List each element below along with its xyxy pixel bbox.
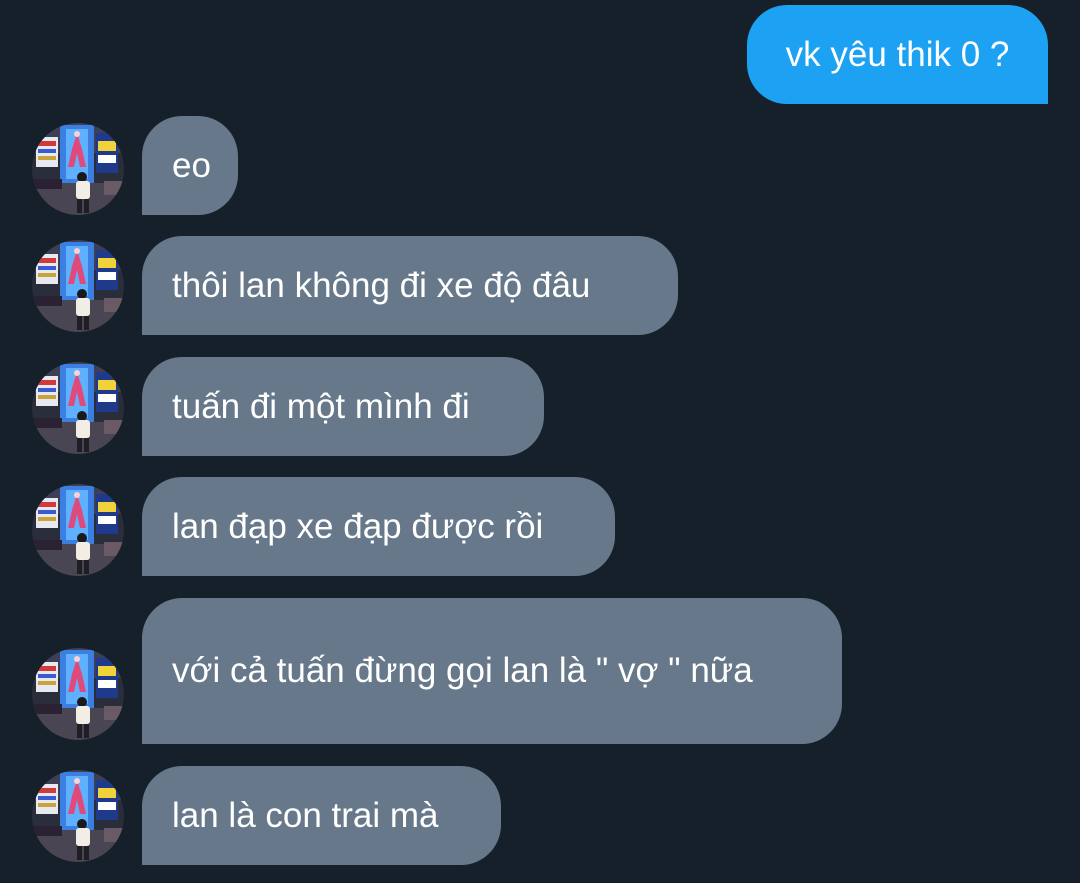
- incoming-message[interactable]: eo: [142, 116, 238, 215]
- contact-avatar[interactable]: [32, 240, 124, 332]
- avatar-photo-icon: [32, 240, 124, 332]
- message-text: tuấn đi một mình đi: [172, 386, 470, 426]
- contact-avatar[interactable]: [32, 484, 124, 576]
- incoming-message[interactable]: lan đạp xe đạp được rồi: [142, 477, 615, 576]
- message-thread: vk yêu thik 0 ? eo thôi lan không đi xe …: [0, 0, 1080, 883]
- message-text: eo: [172, 145, 211, 185]
- contact-avatar[interactable]: [32, 648, 124, 740]
- message-text: lan đạp xe đạp được rồi: [172, 506, 544, 546]
- incoming-message[interactable]: với cả tuấn đừng gọi lan là " vợ " nữa: [142, 598, 842, 744]
- incoming-message[interactable]: thôi lan không đi xe độ đâu: [142, 236, 678, 335]
- contact-avatar[interactable]: [32, 123, 124, 215]
- contact-avatar[interactable]: [32, 770, 124, 862]
- avatar-photo-icon: [32, 123, 124, 215]
- avatar-photo-icon: [32, 770, 124, 862]
- incoming-message[interactable]: lan là con trai mà: [142, 766, 501, 865]
- contact-avatar[interactable]: [32, 362, 124, 454]
- avatar-photo-icon: [32, 484, 124, 576]
- outgoing-message[interactable]: vk yêu thik 0 ?: [747, 5, 1048, 104]
- avatar-photo-icon: [32, 362, 124, 454]
- message-text: thôi lan không đi xe độ đâu: [172, 265, 591, 305]
- incoming-message[interactable]: tuấn đi một mình đi: [142, 357, 544, 456]
- message-text: vk yêu thik 0 ?: [785, 34, 1010, 74]
- message-text: lan là con trai mà: [172, 795, 439, 835]
- message-text: với cả tuấn đừng gọi lan là " vợ " nữa: [172, 651, 753, 690]
- avatar-photo-icon: [32, 648, 124, 740]
